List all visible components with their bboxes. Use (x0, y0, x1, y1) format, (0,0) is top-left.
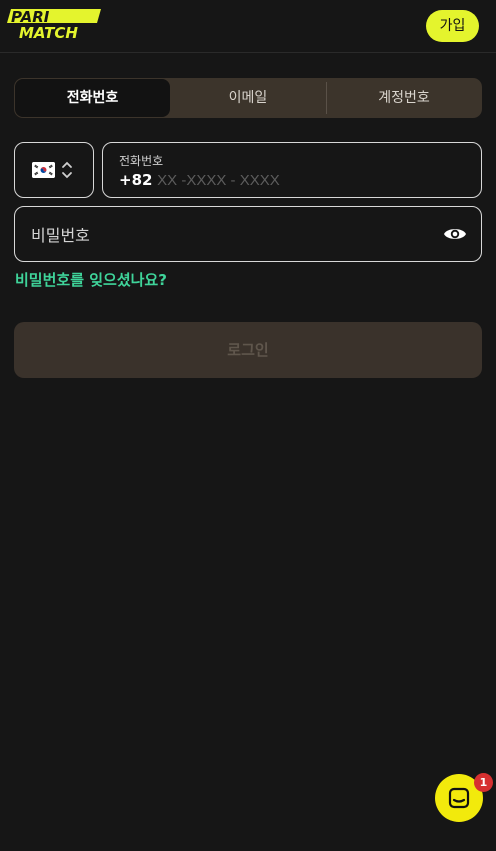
password-input[interactable] (31, 223, 431, 247)
parimatch-logo[interactable]: PARI MATCH (5, 7, 107, 41)
chevron-up-down-icon (62, 161, 72, 179)
logo-text-bottom: MATCH (19, 24, 78, 41)
country-selector[interactable] (14, 142, 94, 198)
login-method-tabs: 전화번호 이메일 계정번호 (14, 78, 482, 118)
notification-badge: 1 (474, 773, 493, 792)
password-field[interactable] (14, 206, 482, 262)
phone-field[interactable]: 전화번호 +82 (102, 142, 482, 198)
country-code: +82 (119, 171, 153, 189)
eye-icon[interactable] (443, 224, 467, 244)
tab-account-number[interactable]: 계정번호 (326, 78, 482, 118)
login-button[interactable]: 로그인 (14, 322, 482, 378)
signup-button[interactable]: 가입 (426, 10, 479, 42)
login-page: PARI MATCH 가입 전화번호 이메일 계정번호 전화번호 +82 XX … (0, 0, 496, 851)
tab-phone[interactable]: 전화번호 (15, 79, 170, 117)
phone-label: 전화번호 (119, 154, 164, 168)
forgot-password-link[interactable]: 비밀번호를 잊으셨나요? (15, 269, 167, 290)
header: PARI MATCH 가입 (0, 0, 496, 53)
south-korea-flag-icon (32, 162, 55, 178)
chat-icon (448, 787, 470, 809)
phone-input[interactable] (153, 170, 453, 190)
tab-email[interactable]: 이메일 (170, 78, 326, 118)
